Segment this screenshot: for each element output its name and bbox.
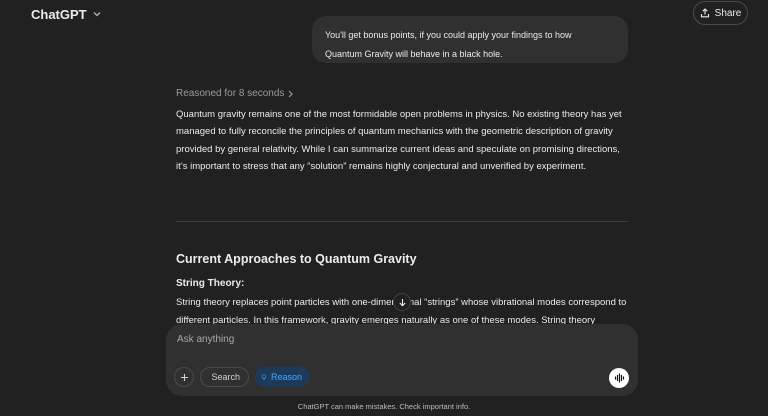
reasoning-toggle[interactable]: Reasoned for 8 seconds bbox=[176, 88, 294, 99]
reason-label: Reason bbox=[270, 372, 302, 382]
disclaimer: ChatGPT can make mistakes. Check importa… bbox=[297, 402, 471, 411]
chevron-right-icon bbox=[288, 90, 294, 97]
reasoning-label: Reasoned for 8 seconds bbox=[176, 88, 285, 99]
arrow-down-icon bbox=[398, 298, 406, 306]
prompt-input[interactable] bbox=[177, 331, 617, 347]
user-message-line: You'll get bonus points, if you could ap… bbox=[325, 30, 572, 40]
lightbulb-icon bbox=[261, 374, 267, 380]
section-heading: Current Approaches to Quantum Gravity bbox=[176, 252, 417, 266]
top-bar: ChatGPT bbox=[0, 0, 768, 28]
search-label: Search bbox=[211, 372, 240, 382]
search-button[interactable]: Search bbox=[200, 367, 249, 387]
chevron-down-icon bbox=[93, 12, 101, 17]
composer: Search Reason bbox=[166, 324, 638, 396]
divider bbox=[176, 221, 628, 222]
model-switcher[interactable]: ChatGPT bbox=[31, 7, 102, 22]
user-message-line: Quantum Gravity will behave in a black h… bbox=[325, 49, 503, 59]
plus-icon bbox=[180, 373, 188, 381]
model-name: ChatGPT bbox=[31, 6, 87, 22]
reason-button[interactable]: Reason bbox=[255, 367, 310, 387]
voice-mode-button[interactable] bbox=[609, 368, 629, 388]
answer-paragraph: Quantum gravity remains one of the most … bbox=[176, 109, 622, 173]
attach-button[interactable] bbox=[174, 367, 194, 387]
scroll-to-bottom-button[interactable] bbox=[393, 293, 411, 311]
voice-wave-icon bbox=[614, 373, 624, 383]
subheading: String Theory: bbox=[176, 278, 245, 289]
